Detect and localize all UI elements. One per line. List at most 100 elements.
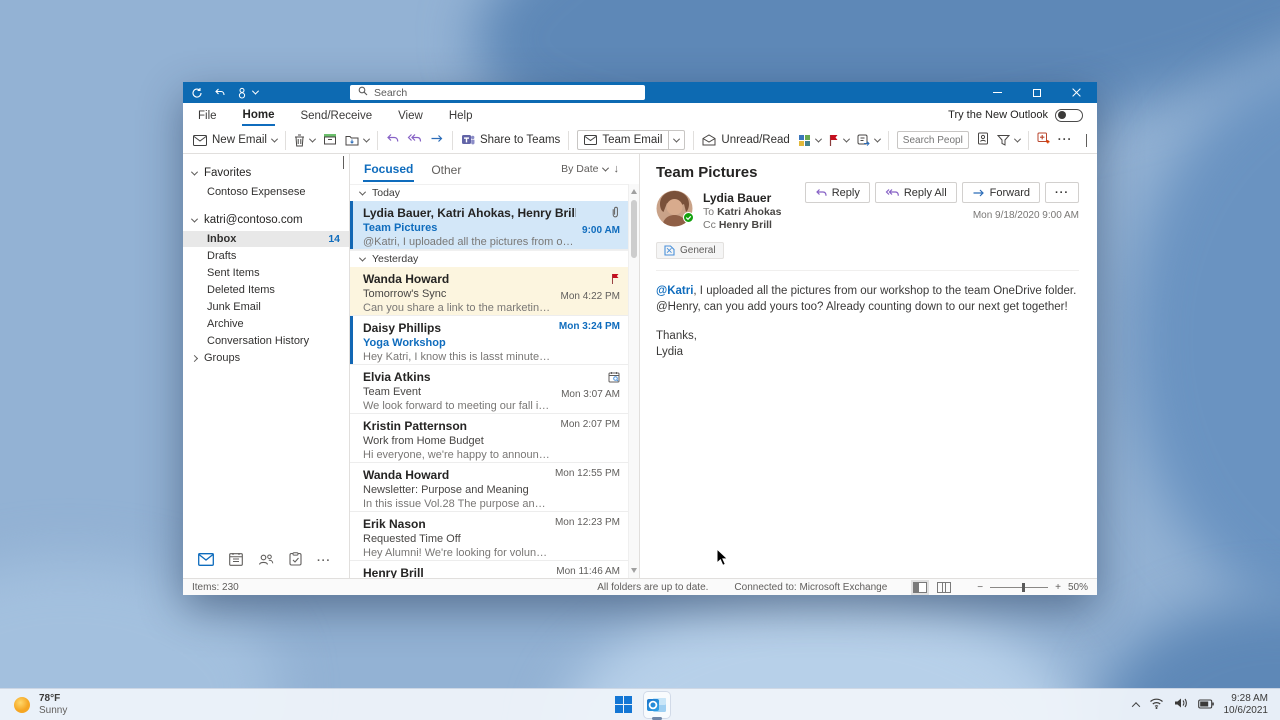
filter-email-button[interactable] — [997, 134, 1020, 146]
people-module-icon[interactable] — [258, 553, 274, 569]
collapse-folder-pane-icon[interactable] — [343, 156, 344, 168]
email-row[interactable]: Wanda HowardTomorrow's SyncCan you share… — [350, 267, 628, 316]
forward-icon[interactable] — [430, 133, 444, 147]
quick-access-tool-icon[interactable] — [237, 87, 258, 99]
follow-up-button[interactable] — [829, 134, 849, 147]
email-row[interactable]: Wanda HowardNewsletter: Purpose and Mean… — [350, 463, 628, 512]
message-list-header: Focused Other By Date ↓ — [350, 154, 639, 184]
group-header-today[interactable]: Today — [350, 184, 628, 201]
wallpaper-petal — [1130, 60, 1280, 620]
tab-send-receive[interactable]: Send/Receive — [299, 106, 373, 125]
scrollbar-thumb[interactable] — [631, 200, 637, 258]
sort-by-date[interactable]: By Date ↓ — [561, 163, 619, 175]
sender-name[interactable]: Lydia Bauer — [703, 191, 781, 205]
move-folder-icon — [345, 134, 359, 146]
scroll-down-icon[interactable] — [631, 568, 637, 573]
folder-contoso-expensese[interactable]: Contoso Expensese — [183, 184, 349, 200]
battery-icon[interactable] — [1198, 696, 1214, 714]
calendar-module-icon[interactable] — [229, 552, 243, 569]
email-row[interactable]: Erik NasonRequested Time OffHey Alumni! … — [350, 512, 628, 561]
add-ins-icon[interactable] — [1037, 132, 1050, 148]
scroll-up-icon[interactable] — [631, 189, 637, 194]
move-to-button[interactable] — [345, 134, 369, 146]
folder-groups[interactable]: Groups — [183, 350, 349, 366]
reply-all-icon[interactable] — [407, 133, 422, 147]
sensitivity-label[interactable]: General — [656, 242, 724, 259]
normal-view-icon[interactable] — [913, 582, 927, 593]
team-email-dropdown[interactable] — [668, 131, 684, 149]
more-actions-button[interactable]: ··· — [1045, 182, 1079, 203]
archive-button[interactable] — [323, 133, 337, 148]
message-list-scrollbar[interactable] — [628, 184, 639, 578]
tab-file[interactable]: File — [197, 106, 218, 125]
minimize-button[interactable] — [989, 87, 1005, 99]
email-preview: Hey Alumni! We're looking for volunteers… — [363, 546, 549, 560]
to-recipient[interactable]: Katri Ahokas — [717, 206, 781, 218]
new-outlook-toggle[interactable] — [1055, 109, 1083, 122]
wifi-icon[interactable] — [1149, 696, 1164, 714]
folder-archive[interactable]: Archive — [183, 316, 349, 332]
zoom-slider[interactable] — [990, 587, 1048, 588]
forward-button[interactable]: Forward — [962, 182, 1040, 203]
folder-conversation-history[interactable]: Conversation History — [183, 333, 349, 349]
reply-button[interactable]: Reply — [805, 182, 870, 203]
tab-other[interactable]: Other — [430, 157, 462, 181]
reply-all-button[interactable]: Reply All — [875, 182, 957, 203]
new-email-button[interactable]: New Email — [193, 134, 277, 146]
to-line: ToKatri Ahokas — [703, 206, 781, 218]
sender-avatar[interactable] — [656, 190, 693, 227]
folder-deleted-items[interactable]: Deleted Items — [183, 282, 349, 298]
zoom-level[interactable]: 50% — [1068, 582, 1088, 593]
account-header[interactable]: katri@contoso.com — [183, 210, 349, 230]
zoom-slider-thumb[interactable] — [1022, 583, 1025, 592]
email-row[interactable]: Daisy PhillipsYoga WorkshopHey Katri, I … — [350, 316, 628, 365]
mention-katri[interactable]: @Katri — [656, 285, 693, 297]
email-row[interactable]: Henry BrillProject UpdateMon 11:46 AM — [350, 561, 628, 578]
system-tray: 9:28 AM 10/6/2021 — [1133, 693, 1269, 717]
tab-focused[interactable]: Focused — [363, 156, 414, 182]
more-commands-icon[interactable]: ··· — [1058, 134, 1073, 146]
rules-button[interactable] — [857, 134, 880, 146]
share-to-teams-button[interactable]: Share to Teams — [461, 133, 560, 147]
group-header-yesterday[interactable]: Yesterday — [350, 250, 628, 267]
zoom-in-icon[interactable]: + — [1055, 582, 1061, 593]
folder-drafts[interactable]: Drafts — [183, 248, 349, 264]
email-row[interactable]: Lydia Bauer, Katri Ahokas, Henry Brill,T… — [350, 201, 628, 250]
reply-icon[interactable] — [386, 133, 399, 147]
cc-recipient[interactable]: Henry Brill — [719, 219, 772, 231]
tasks-module-icon[interactable] — [289, 552, 302, 569]
undo-icon[interactable] — [214, 87, 226, 99]
categorize-button[interactable] — [798, 134, 821, 147]
email-row[interactable]: Elvia AtkinsTeam EventWe look forward to… — [350, 365, 628, 414]
weather-widget[interactable]: 78°F Sunny — [12, 693, 67, 717]
mail-module-icon[interactable] — [198, 553, 214, 569]
address-book-icon[interactable] — [977, 132, 989, 148]
reading-view-icon[interactable] — [937, 582, 951, 593]
email-subject: Work from Home Budget — [363, 434, 555, 448]
maximize-button[interactable] — [1029, 87, 1045, 99]
outlook-taskbar-icon[interactable] — [644, 692, 670, 718]
collapse-ribbon-icon[interactable] — [1086, 134, 1087, 146]
email-subject: Team Event — [363, 385, 555, 399]
send-receive-icon[interactable] — [191, 87, 203, 99]
more-modules-icon[interactable]: ··· — [317, 555, 331, 567]
taskbar-clock[interactable]: 9:28 AM 10/6/2021 — [1224, 693, 1269, 717]
zoom-out-icon[interactable]: − — [977, 582, 983, 593]
search-people-input[interactable] — [897, 131, 969, 149]
delete-button[interactable] — [294, 134, 315, 147]
folder-sent-items[interactable]: Sent Items — [183, 265, 349, 281]
tab-help[interactable]: Help — [448, 106, 474, 125]
tab-view[interactable]: View — [397, 106, 424, 125]
quick-step-team-email[interactable]: Team Email — [577, 130, 685, 150]
tray-overflow-icon[interactable] — [1131, 702, 1139, 710]
email-row[interactable]: Kristin PatternsonWork from Home BudgetH… — [350, 414, 628, 463]
start-button[interactable] — [610, 692, 636, 718]
tab-home[interactable]: Home — [242, 105, 276, 126]
unread-read-button[interactable]: Unread/Read — [702, 134, 789, 146]
folder-junk-email[interactable]: Junk Email — [183, 299, 349, 315]
search-bar[interactable]: Search — [350, 85, 645, 100]
folder-inbox[interactable]: Inbox14 — [183, 231, 349, 247]
favorites-header[interactable]: Favorites — [183, 163, 349, 183]
volume-icon[interactable] — [1174, 696, 1188, 714]
close-button[interactable] — [1069, 87, 1085, 99]
